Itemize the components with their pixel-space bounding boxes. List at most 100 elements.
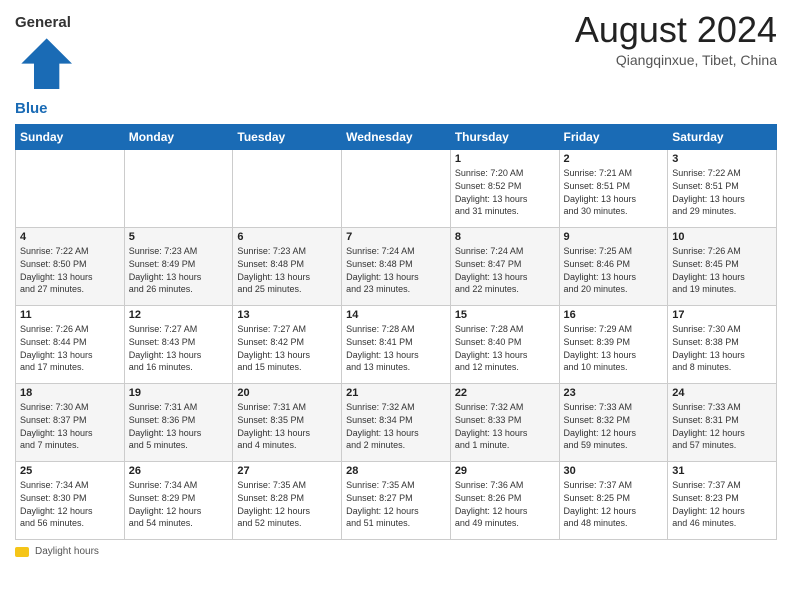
day-number: 25 bbox=[20, 465, 120, 477]
day-number: 10 bbox=[672, 231, 772, 243]
table-cell: 20 Sunrise: 7:31 AMSunset: 8:35 PMDayligh… bbox=[233, 384, 342, 462]
title-block: August 2024 Qiangqinxue, Tibet, China bbox=[575, 10, 777, 68]
table-cell: 4 Sunrise: 7:22 AMSunset: 8:50 PMDaylight… bbox=[16, 228, 125, 306]
day-number: 5 bbox=[129, 231, 229, 243]
table-cell: 11 Sunrise: 7:26 AMSunset: 8:44 PMDayligh… bbox=[16, 306, 125, 384]
day-detail: Sunrise: 7:25 AMSunset: 8:46 PMDaylight:… bbox=[564, 245, 664, 295]
day-number: 4 bbox=[20, 231, 120, 243]
col-friday: Friday bbox=[559, 125, 668, 150]
day-number: 11 bbox=[20, 309, 120, 321]
table-cell: 15Sunrise: 7:28 AMSunset: 8:40 PMDayligh… bbox=[450, 306, 559, 384]
day-detail: Sunrise: 7:30 AMSunset: 8:38 PMDaylight:… bbox=[672, 323, 772, 373]
table-cell: 26 Sunrise: 7:34 AMSunset: 8:29 PMDayligh… bbox=[124, 462, 233, 540]
table-cell bbox=[16, 150, 125, 228]
col-thursday: Thursday bbox=[450, 125, 559, 150]
header: General Blue August 2024 Qiangqinxue, Ti… bbox=[15, 10, 777, 118]
day-detail: Sunrise: 7:31 AMSunset: 8:36 PMDaylight:… bbox=[129, 401, 229, 451]
table-cell: 12 Sunrise: 7:27 AMSunset: 8:43 PMDayligh… bbox=[124, 306, 233, 384]
day-number: 30 bbox=[564, 465, 664, 477]
day-detail: Sunrise: 7:32 AMSunset: 8:34 PMDaylight:… bbox=[346, 401, 446, 451]
day-detail: Sunrise: 7:28 AMSunset: 8:40 PMDaylight:… bbox=[455, 323, 555, 373]
logo-general-text: General bbox=[15, 14, 71, 31]
col-sunday: Sunday bbox=[16, 125, 125, 150]
day-number: 29 bbox=[455, 465, 555, 477]
table-cell: 14Sunrise: 7:28 AMSunset: 8:41 PMDayligh… bbox=[342, 306, 451, 384]
day-number: 7 bbox=[346, 231, 446, 243]
table-cell: 17 Sunrise: 7:30 AMSunset: 8:38 PMDayligh… bbox=[668, 306, 777, 384]
day-detail: Sunrise: 7:34 AMSunset: 8:29 PMDaylight:… bbox=[129, 479, 229, 529]
table-cell: 25 Sunrise: 7:34 AMSunset: 8:30 PMDayligh… bbox=[16, 462, 125, 540]
day-detail: Sunrise: 7:28 AMSunset: 8:41 PMDaylight:… bbox=[346, 323, 446, 373]
day-detail: Sunrise: 7:27 AMSunset: 8:43 PMDaylight:… bbox=[129, 323, 229, 373]
table-cell: 13Sunrise: 7:27 AMSunset: 8:42 PMDayligh… bbox=[233, 306, 342, 384]
day-number: 3 bbox=[672, 153, 772, 165]
calendar-table: Sunday Monday Tuesday Wednesday Thursday… bbox=[15, 124, 777, 540]
day-number: 27 bbox=[237, 465, 337, 477]
col-tuesday: Tuesday bbox=[233, 125, 342, 150]
day-detail: Sunrise: 7:26 AMSunset: 8:44 PMDaylight:… bbox=[20, 323, 120, 373]
day-number: 17 bbox=[672, 309, 772, 321]
table-cell: 2Sunrise: 7:21 AMSunset: 8:51 PMDaylight… bbox=[559, 150, 668, 228]
day-detail: Sunrise: 7:26 AMSunset: 8:45 PMDaylight:… bbox=[672, 245, 772, 295]
footer: Daylight hours bbox=[15, 546, 777, 557]
table-cell: 31Sunrise: 7:37 AMSunset: 8:23 PMDayligh… bbox=[668, 462, 777, 540]
table-cell: 6Sunrise: 7:23 AMSunset: 8:48 PMDaylight… bbox=[233, 228, 342, 306]
day-detail: Sunrise: 7:23 AMSunset: 8:48 PMDaylight:… bbox=[237, 245, 337, 295]
table-cell: 27 Sunrise: 7:35 AMSunset: 8:28 PMDayligh… bbox=[233, 462, 342, 540]
footer-legend: Daylight hours bbox=[15, 546, 777, 557]
table-cell: 9 Sunrise: 7:25 AMSunset: 8:46 PMDaylight… bbox=[559, 228, 668, 306]
day-number: 13 bbox=[237, 309, 337, 321]
location-subtitle: Qiangqinxue, Tibet, China bbox=[575, 52, 777, 68]
calendar-page: General Blue August 2024 Qiangqinxue, Ti… bbox=[0, 0, 792, 612]
table-cell bbox=[342, 150, 451, 228]
day-detail: Sunrise: 7:34 AMSunset: 8:30 PMDaylight:… bbox=[20, 479, 120, 529]
week-row-2: 4 Sunrise: 7:22 AMSunset: 8:50 PMDaylight… bbox=[16, 228, 777, 306]
day-detail: Sunrise: 7:33 AMSunset: 8:32 PMDaylight:… bbox=[564, 401, 664, 451]
day-number: 31 bbox=[672, 465, 772, 477]
month-year-title: August 2024 bbox=[575, 10, 777, 50]
table-cell: 19Sunrise: 7:31 AMSunset: 8:36 PMDayligh… bbox=[124, 384, 233, 462]
table-cell: 16 Sunrise: 7:29 AMSunset: 8:39 PMDayligh… bbox=[559, 306, 668, 384]
table-cell: 22Sunrise: 7:32 AMSunset: 8:33 PMDayligh… bbox=[450, 384, 559, 462]
day-detail: Sunrise: 7:20 AMSunset: 8:52 PMDaylight:… bbox=[455, 167, 555, 217]
calendar-header-row: Sunday Monday Tuesday Wednesday Thursday… bbox=[16, 125, 777, 150]
day-number: 8 bbox=[455, 231, 555, 243]
table-cell: 24Sunrise: 7:33 AMSunset: 8:31 PMDayligh… bbox=[668, 384, 777, 462]
table-cell: 28Sunrise: 7:35 AMSunset: 8:27 PMDayligh… bbox=[342, 462, 451, 540]
day-detail: Sunrise: 7:31 AMSunset: 8:35 PMDaylight:… bbox=[237, 401, 337, 451]
table-cell: 8 Sunrise: 7:24 AMSunset: 8:47 PMDaylight… bbox=[450, 228, 559, 306]
day-detail: Sunrise: 7:30 AMSunset: 8:37 PMDaylight:… bbox=[20, 401, 120, 451]
table-cell: 29 Sunrise: 7:36 AMSunset: 8:26 PMDayligh… bbox=[450, 462, 559, 540]
week-row-3: 11 Sunrise: 7:26 AMSunset: 8:44 PMDayligh… bbox=[16, 306, 777, 384]
day-number: 12 bbox=[129, 309, 229, 321]
week-row-5: 25 Sunrise: 7:34 AMSunset: 8:30 PMDayligh… bbox=[16, 462, 777, 540]
day-number: 20 bbox=[237, 387, 337, 399]
logo: General Blue bbox=[15, 14, 78, 118]
table-cell: 7Sunrise: 7:24 AMSunset: 8:48 PMDaylight… bbox=[342, 228, 451, 306]
table-cell: 21Sunrise: 7:32 AMSunset: 8:34 PMDayligh… bbox=[342, 384, 451, 462]
week-row-1: 1Sunrise: 7:20 AMSunset: 8:52 PMDaylight… bbox=[16, 150, 777, 228]
day-detail: Sunrise: 7:24 AMSunset: 8:47 PMDaylight:… bbox=[455, 245, 555, 295]
day-number: 2 bbox=[564, 153, 664, 165]
day-detail: Sunrise: 7:35 AMSunset: 8:28 PMDaylight:… bbox=[237, 479, 337, 529]
table-cell: 30Sunrise: 7:37 AMSunset: 8:25 PMDayligh… bbox=[559, 462, 668, 540]
col-wednesday: Wednesday bbox=[342, 125, 451, 150]
day-detail: Sunrise: 7:22 AMSunset: 8:50 PMDaylight:… bbox=[20, 245, 120, 295]
day-detail: Sunrise: 7:36 AMSunset: 8:26 PMDaylight:… bbox=[455, 479, 555, 529]
day-detail: Sunrise: 7:32 AMSunset: 8:33 PMDaylight:… bbox=[455, 401, 555, 451]
logo-blue-text: Blue bbox=[15, 100, 48, 117]
legend-color-bar bbox=[15, 547, 29, 557]
day-detail: Sunrise: 7:33 AMSunset: 8:31 PMDaylight:… bbox=[672, 401, 772, 451]
day-detail: Sunrise: 7:35 AMSunset: 8:27 PMDaylight:… bbox=[346, 479, 446, 529]
day-detail: Sunrise: 7:29 AMSunset: 8:39 PMDaylight:… bbox=[564, 323, 664, 373]
day-number: 23 bbox=[564, 387, 664, 399]
week-row-4: 18Sunrise: 7:30 AMSunset: 8:37 PMDayligh… bbox=[16, 384, 777, 462]
table-cell: 1Sunrise: 7:20 AMSunset: 8:52 PMDaylight… bbox=[450, 150, 559, 228]
day-number: 16 bbox=[564, 309, 664, 321]
table-cell: 23 Sunrise: 7:33 AMSunset: 8:32 PMDayligh… bbox=[559, 384, 668, 462]
legend-label: Daylight hours bbox=[35, 546, 99, 557]
day-number: 26 bbox=[129, 465, 229, 477]
day-detail: Sunrise: 7:23 AMSunset: 8:49 PMDaylight:… bbox=[129, 245, 229, 295]
table-cell: 5 Sunrise: 7:23 AMSunset: 8:49 PMDaylight… bbox=[124, 228, 233, 306]
day-number: 9 bbox=[564, 231, 664, 243]
